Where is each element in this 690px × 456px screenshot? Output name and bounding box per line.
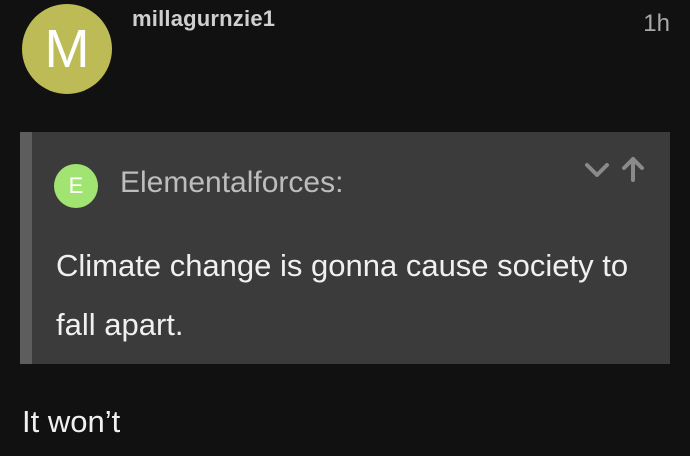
quote-block: E Elementalforces: Climate change is gon… [20,132,670,364]
quote-author[interactable]: Elementalforces: [120,166,343,200]
quote-controls [582,154,648,184]
avatar[interactable]: M [22,4,112,94]
post: M millagurnzie1 1h E Elementalforces: Cl… [0,0,690,456]
quote-text: Climate change is gonna cause society to… [56,248,629,342]
post-timestamp[interactable]: 1h [643,10,670,38]
chevron-down-icon[interactable] [582,154,612,184]
arrow-up-icon[interactable] [618,154,648,184]
quote-avatar[interactable]: E [54,164,98,208]
reply-text: It won’t [22,404,121,439]
username[interactable]: millagurnzie1 [132,6,275,32]
